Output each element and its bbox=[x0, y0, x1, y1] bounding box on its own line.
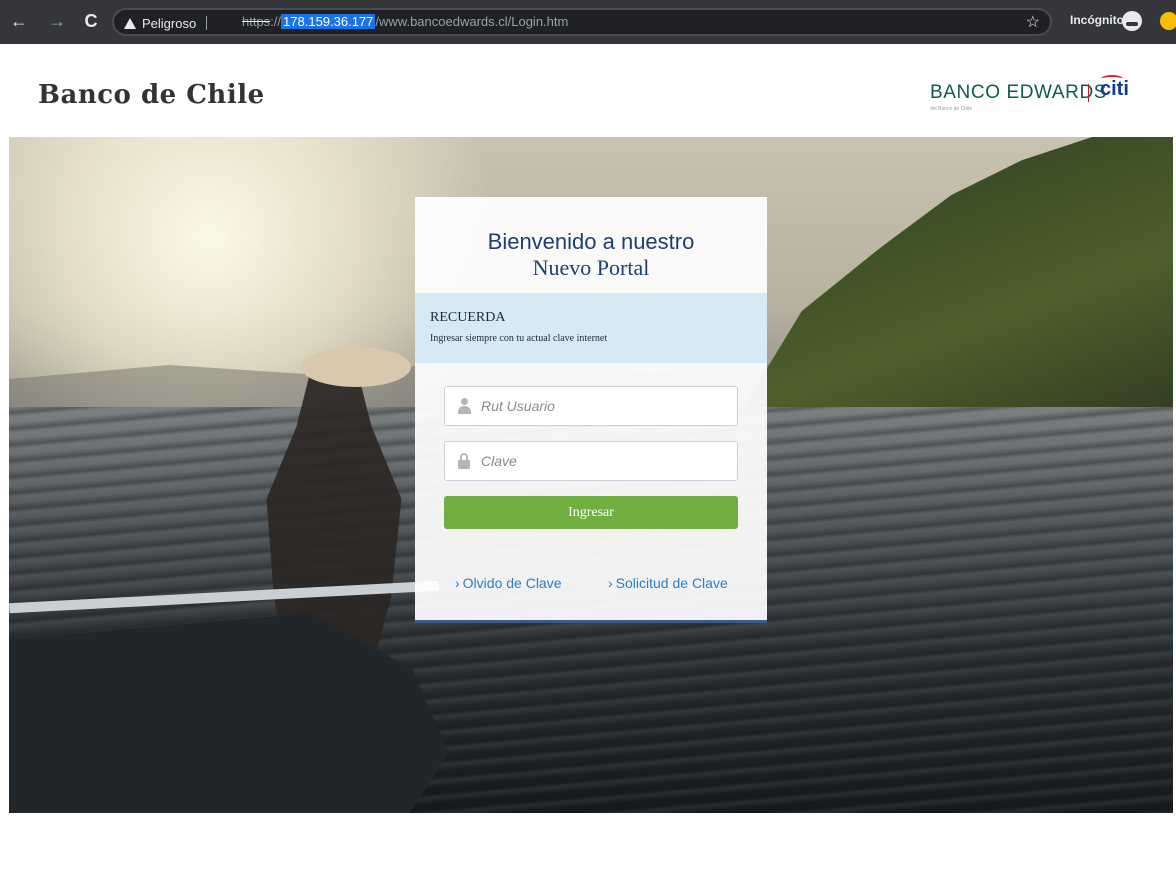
browser-toolbar: ← → C Peligroso https://178.159.36.177/w… bbox=[0, 0, 1176, 44]
forgot-password-link[interactable]: › Olvido de Clave bbox=[455, 575, 562, 591]
url-scheme: https bbox=[242, 14, 271, 29]
url-path: /www.bancoedwards.cl/Login.htm bbox=[375, 14, 569, 29]
security-chip[interactable]: Peligroso bbox=[118, 13, 215, 33]
reminder-text: Ingresar siempre con tu actual clave int… bbox=[430, 333, 608, 344]
card-bottom-border bbox=[415, 620, 767, 623]
forgot-password-label: Olvido de Clave bbox=[462, 575, 562, 591]
welcome-subtitle: Nuevo Portal bbox=[532, 255, 650, 280]
divider bbox=[206, 16, 208, 30]
banco-edwards-wordmark: BANCO EDWARDS bbox=[930, 82, 1108, 103]
rut-input[interactable] bbox=[481, 387, 731, 425]
chevron-right-icon: › bbox=[455, 575, 460, 591]
mountain-image bbox=[749, 137, 1173, 427]
citi-wordmark: citi bbox=[1100, 78, 1129, 100]
incognito-label: Incógnito bbox=[1070, 13, 1124, 27]
welcome-title: Bienvenido a nuestro bbox=[487, 229, 695, 254]
rut-field[interactable] bbox=[444, 386, 738, 426]
back-button[interactable]: ← bbox=[8, 10, 30, 32]
login-button[interactable]: Ingresar bbox=[444, 496, 738, 529]
address-bar[interactable]: Peligroso https://178.159.36.177/www.ban… bbox=[112, 8, 1052, 36]
lock-icon bbox=[457, 453, 471, 469]
security-label: Peligroso bbox=[142, 15, 197, 31]
sun-hat bbox=[301, 347, 411, 387]
request-password-link[interactable]: › Solicitud de Clave bbox=[608, 575, 728, 591]
url-separator: :// bbox=[270, 14, 282, 29]
warning-icon bbox=[124, 17, 136, 29]
url-host: 178.159.36.177 bbox=[281, 14, 376, 29]
extension-icon[interactable] bbox=[1160, 12, 1176, 30]
incognito-icon[interactable] bbox=[1122, 11, 1142, 31]
bookmark-star-icon[interactable]: ☆ bbox=[1026, 12, 1040, 32]
banco-edwards-subtitle: del Banco de Chile bbox=[930, 106, 972, 112]
reminder-heading: RECUERDA bbox=[430, 310, 506, 325]
reminder-notice: RECUERDA Ingresar siempre con tu actual … bbox=[415, 293, 767, 363]
chevron-right-icon: › bbox=[608, 575, 613, 591]
banco-de-chile-logo[interactable]: Banco de Chile bbox=[38, 80, 265, 110]
url-text[interactable]: https://178.159.36.177/www.bancoedwards.… bbox=[242, 14, 568, 29]
reload-button[interactable]: C bbox=[80, 10, 102, 32]
brand-divider bbox=[1088, 84, 1089, 102]
login-card: Bienvenido a nuestro Nuevo Portal RECUER… bbox=[415, 197, 767, 623]
forward-button[interactable]: → bbox=[46, 10, 68, 32]
password-field[interactable] bbox=[444, 441, 738, 481]
request-password-label: Solicitud de Clave bbox=[615, 575, 728, 591]
password-input[interactable] bbox=[481, 442, 731, 480]
banco-edwards-logo[interactable]: BANCO EDWARDS del Banco de Chile citi bbox=[930, 75, 1129, 116]
user-icon bbox=[457, 398, 471, 414]
